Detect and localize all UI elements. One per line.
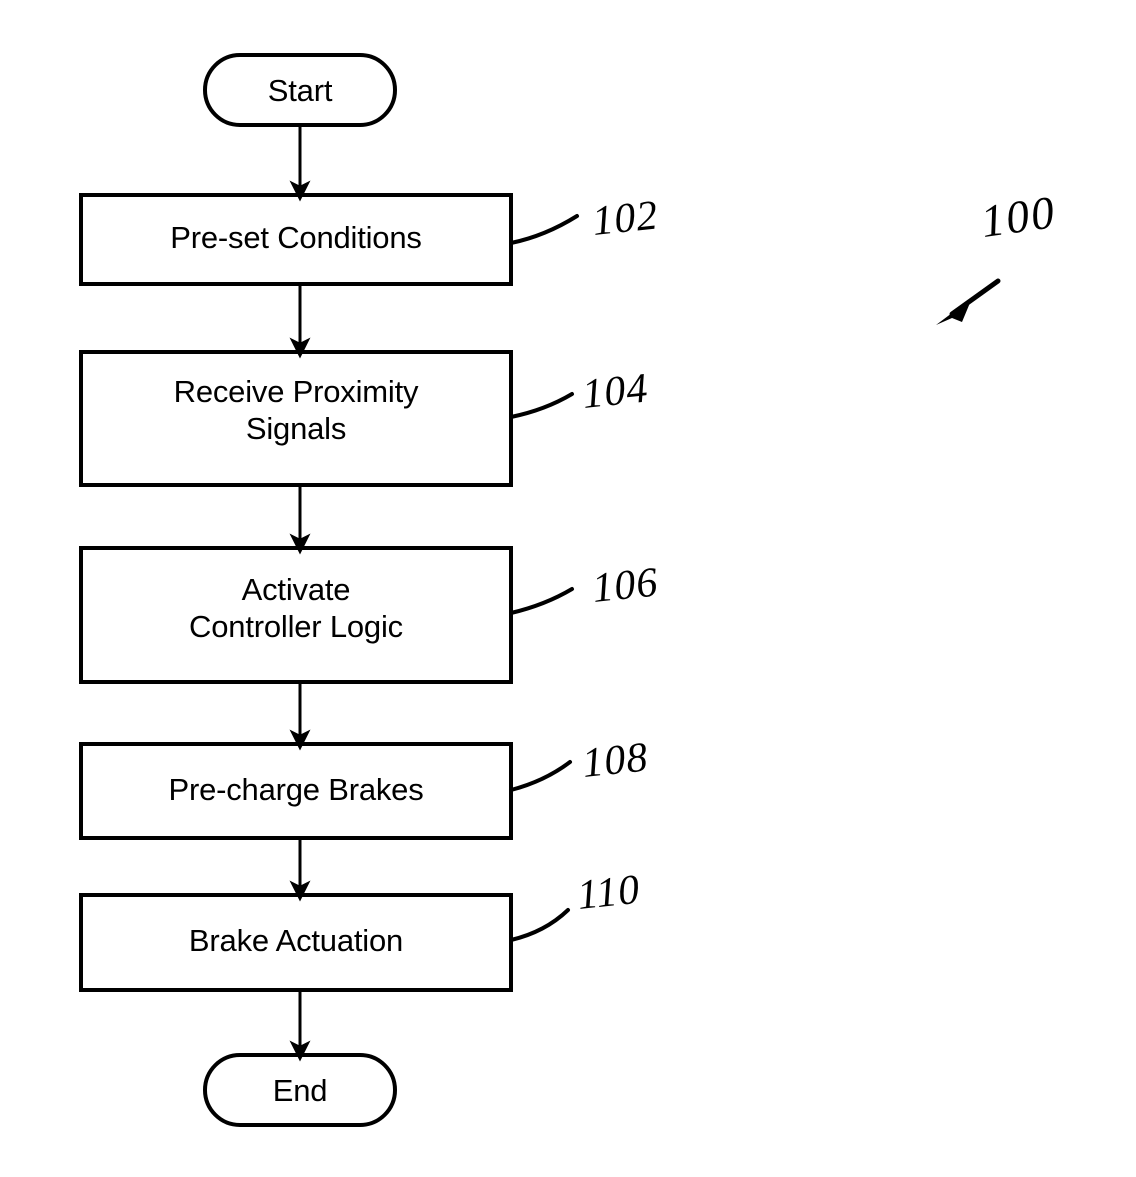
node-receive-proximity-signals-shape[interactable] <box>79 350 513 487</box>
node-preset-conditions-shape[interactable] <box>79 193 513 286</box>
node-activate-controller-logic-shape[interactable] <box>79 546 513 684</box>
ref-numeral-104: 104 <box>580 365 651 419</box>
leader-line-102 <box>509 214 579 245</box>
ref-numeral-102: 102 <box>590 192 661 246</box>
leader-line-108 <box>509 760 572 792</box>
ref-numeral-106: 106 <box>590 559 661 613</box>
leader-line-110 <box>509 908 570 942</box>
node-start-shape[interactable] <box>203 53 397 127</box>
figure-pointer-arrow <box>936 278 1001 325</box>
flowchart-canvas <box>79 53 1001 1127</box>
leader-line-106 <box>509 587 574 615</box>
node-brake-actuation-shape[interactable] <box>79 893 513 992</box>
patent-figure: Start Pre-set Conditions Receive Proximi… <box>0 0 1136 1177</box>
figure-numeral-100: 100 <box>977 186 1060 248</box>
ref-numeral-110: 110 <box>575 866 643 920</box>
node-end-shape[interactable] <box>203 1053 397 1127</box>
ref-numeral-108: 108 <box>580 734 651 788</box>
leader-line-104 <box>509 392 574 419</box>
node-pre-charge-brakes-shape[interactable] <box>79 742 513 840</box>
